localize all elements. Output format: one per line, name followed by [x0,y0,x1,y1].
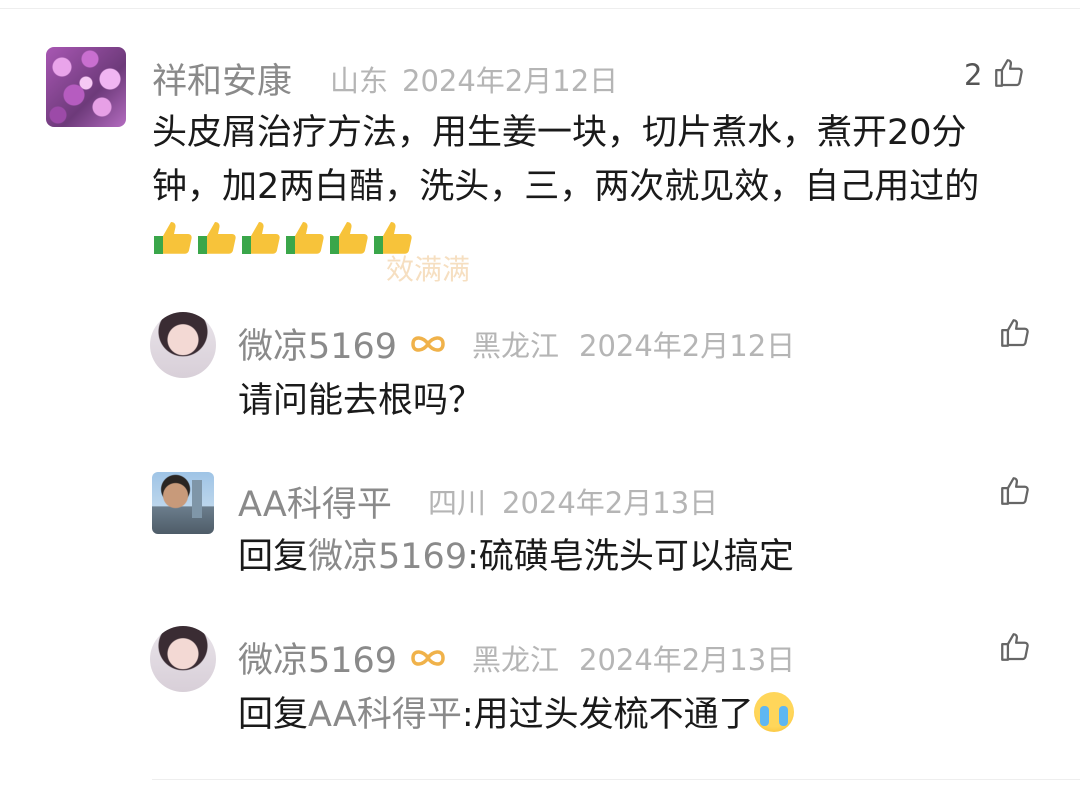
thumbs-up-icon [998,630,1032,668]
like-count: 2 [964,58,983,92]
infinity-badge-icon [408,642,448,682]
thumbs-up-emoji [328,218,372,258]
top-divider [0,8,1080,9]
avatar[interactable] [152,472,214,534]
reply-text: 回复微凉5169:硫磺皂洗头可以搞定 [238,530,794,584]
thumbs-up-icon [992,56,1026,94]
thumbs-up-emoji [196,218,240,258]
thumbs-up-emoji [240,218,284,258]
location: 四川 [428,486,487,520]
like-button[interactable] [998,474,1032,512]
avatar[interactable] [150,626,216,692]
location: 黑龙江 [472,643,560,677]
reply-text: 请问能去根吗？ [238,381,484,421]
thumbs-up-emoji [284,218,328,258]
sob-emoji-icon [753,692,794,732]
timestamp: 2024年2月12日 [579,329,796,363]
location: 黑龙江 [472,329,560,363]
timestamp: 2024年2月13日 [579,643,796,677]
thumbs-up-icon [998,316,1032,354]
watermark: 效满满 [386,253,471,286]
reply-text: 回复AA科得平:用过头发梳不通了 [238,688,794,742]
reply-target-link[interactable]: 微凉5169 [308,537,467,577]
comment-text: 头皮屑治疗方法，用生姜一块，切片煮水，煮开20分钟，加2两白醋，洗头，三，两次就… [152,113,980,207]
thumbs-up-icon [998,474,1032,512]
like-button[interactable] [998,316,1032,354]
bottom-divider [152,779,1080,780]
thumbs-up-emoji-row [152,221,416,261]
reply-content: :用过头发梳不通了 [461,695,754,735]
like-button[interactable]: 2 [964,56,1026,94]
avatar[interactable] [150,312,216,378]
timestamp: 2024年2月12日 [402,64,619,98]
thumbs-up-emoji [152,218,196,258]
username[interactable]: 微凉5169 [238,318,448,369]
comment-body: 头皮屑治疗方法，用生姜一块，切片煮水，煮开20分钟，加2两白醋，洗头，三，两次就… [152,106,1032,268]
location: 山东 [330,64,389,98]
reply-prefix: 回复 [238,695,309,735]
timestamp: 2024年2月13日 [502,486,719,520]
username[interactable]: 微凉5169 [238,632,448,683]
avatar[interactable] [46,47,126,127]
infinity-badge-icon [408,328,448,368]
reply-target-link[interactable]: AA科得平 [308,695,462,735]
reply-content: :硫磺皂洗头可以搞定 [467,537,794,577]
username[interactable]: 祥和安康 [152,53,292,104]
reply-prefix: 回复 [238,537,309,577]
like-button[interactable] [998,630,1032,668]
username[interactable]: AA科得平 [238,476,392,527]
